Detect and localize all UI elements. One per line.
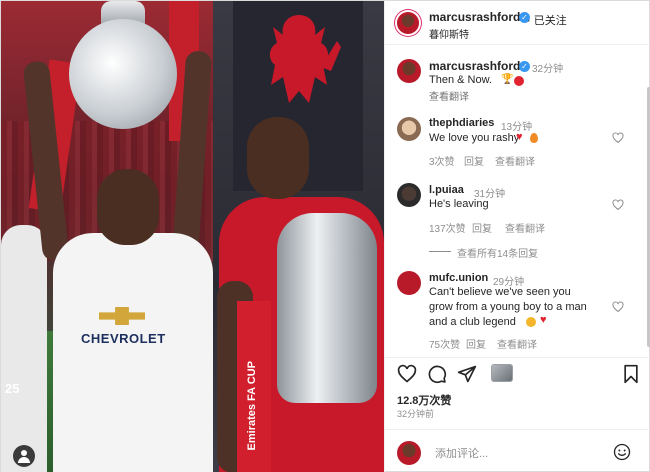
- trophy-emoji-icon: 🏆: [501, 74, 514, 85]
- comment-username[interactable]: mufc.union: [429, 272, 488, 284]
- avatar[interactable]: [397, 183, 421, 207]
- caption-time: 32分钟: [532, 64, 564, 75]
- tag-user-icon[interactable]: [13, 445, 35, 467]
- comment-text-line: grow from a young boy to a man: [429, 301, 587, 313]
- player-white-kit: [53, 233, 213, 472]
- comment-translate[interactable]: 查看翻译: [505, 220, 545, 235]
- pleading-emoji-icon: [526, 317, 536, 327]
- comment-likes[interactable]: 3次赞: [429, 153, 455, 168]
- post-photo[interactable]: 25 CHEVROLET Emirates FA CUP: [1, 1, 384, 472]
- fa-cup-trophy: [277, 213, 377, 403]
- comment-translate[interactable]: 查看翻译: [497, 336, 537, 351]
- verified-badge-icon: ✓: [519, 61, 530, 72]
- red-heart-emoji-icon: ♥: [516, 131, 523, 143]
- save-icon[interactable]: [621, 364, 641, 384]
- comment-username[interactable]: l.puiaa: [429, 184, 464, 196]
- fa-cup-trophy: [69, 19, 177, 129]
- avatar: [397, 441, 421, 465]
- tag-thumbnail[interactable]: [491, 364, 513, 382]
- caption-text: Then & Now.: [429, 74, 492, 86]
- comment-reply[interactable]: 回复: [464, 153, 484, 168]
- header-username[interactable]: marcusrashford: [429, 10, 520, 24]
- comment-input[interactable]: [435, 446, 595, 462]
- comment-text-line: Can't believe we've seen you: [429, 286, 571, 298]
- post-action-bar: [385, 357, 650, 387]
- player-head: [247, 117, 309, 199]
- post-window: 25 CHEVROLET Emirates FA CUP marcusrashf…: [0, 0, 650, 472]
- heart-outline-icon[interactable]: [397, 364, 417, 384]
- avatar[interactable]: [397, 12, 419, 34]
- comment-reply[interactable]: 回复: [466, 336, 486, 351]
- header-location[interactable]: 暮仰斯特: [429, 26, 469, 41]
- background-player: [1, 225, 47, 472]
- post-side-panel: marcusrashford ✓ · 已关注 暮仰斯特 marcusrashfo…: [384, 1, 650, 472]
- heart-outline-icon[interactable]: [612, 199, 624, 211]
- view-replies-divider: [429, 251, 451, 252]
- red-devil-logo: [269, 15, 341, 103]
- avatar[interactable]: [397, 117, 421, 141]
- red-circle-emoji-icon: [514, 76, 524, 86]
- share-icon[interactable]: [457, 364, 477, 384]
- heart-outline-icon[interactable]: [612, 301, 624, 313]
- comment-composer: [385, 429, 650, 472]
- caption-translate[interactable]: 查看翻译: [429, 88, 469, 103]
- caption-username[interactable]: marcusrashford: [429, 59, 520, 73]
- avatar[interactable]: [397, 59, 421, 83]
- ribbon-text: Emirates FA CUP: [246, 361, 258, 451]
- red-heart-emoji-icon: ♥: [540, 314, 547, 326]
- comment-likes[interactable]: 75次赞: [429, 336, 460, 351]
- emoji-icon[interactable]: [613, 443, 631, 461]
- comment-text: We love you rashy: [429, 132, 520, 144]
- post-header: marcusrashford ✓ · 已关注 暮仰斯特: [385, 1, 650, 45]
- follow-status[interactable]: · 已关注: [527, 12, 567, 28]
- post-timestamp: 32分钟前: [397, 409, 435, 419]
- comment-likes[interactable]: 137次赞: [429, 220, 466, 235]
- heart-outline-icon[interactable]: [612, 132, 624, 144]
- fire-emoji-icon: [530, 133, 538, 143]
- comment-text-line: and a club legend: [429, 316, 516, 328]
- comment-icon[interactable]: [427, 364, 447, 384]
- comment-translate[interactable]: 查看翻译: [495, 153, 535, 168]
- player-head: [97, 169, 159, 245]
- shirt-sponsor: CHEVROLET: [81, 331, 166, 346]
- comment-username[interactable]: thephdiaries: [429, 117, 494, 129]
- shirt-number: 25: [5, 381, 20, 396]
- post-likes[interactable]: 12.8万次赞: [397, 392, 451, 408]
- view-replies-link[interactable]: 查看所有14条回复: [457, 245, 538, 260]
- comment-text: He's leaving: [429, 198, 489, 210]
- avatar[interactable]: [397, 271, 421, 295]
- comment-reply[interactable]: 回复: [472, 220, 492, 235]
